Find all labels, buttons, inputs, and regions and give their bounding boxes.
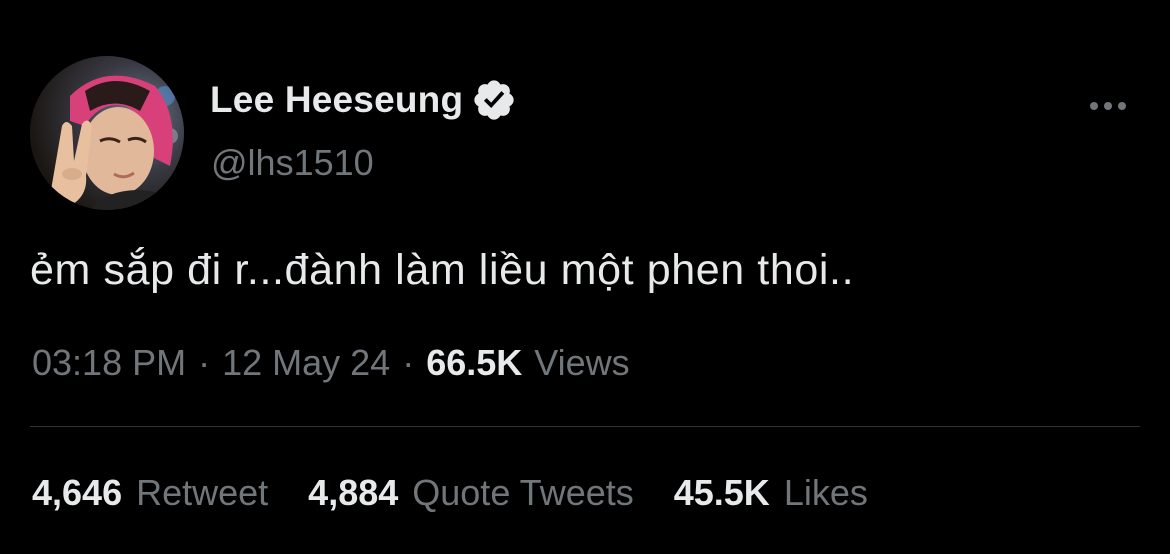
views-count: 66.5K xyxy=(426,342,523,383)
retweets-label: Retweet xyxy=(136,472,269,513)
retweets-stat[interactable]: 4,646 Retweet xyxy=(32,472,268,514)
tweet-meta: 03:18 PM · 12 May 24 · 66.5K Views xyxy=(32,342,630,384)
engagement-stats: 4,646 Retweet 4,884 Quote Tweets 45.5K L… xyxy=(32,472,868,514)
display-name[interactable]: Lee Heeseung xyxy=(210,79,463,121)
meta-separator: · xyxy=(402,342,415,383)
quote-tweets-stat[interactable]: 4,884 Quote Tweets xyxy=(308,472,634,514)
tweet-card: Lee Heeseung @lhs1510 ẻm sắp đi r...đành… xyxy=(0,0,1170,554)
tweet-time[interactable]: 03:18 PM xyxy=(32,342,186,384)
likes-stat[interactable]: 45.5K Likes xyxy=(674,472,868,514)
more-options-button[interactable] xyxy=(1086,92,1130,120)
likes-count: 45.5K xyxy=(673,472,770,513)
retweets-count: 4,646 xyxy=(32,472,123,513)
divider xyxy=(30,426,1140,427)
tweet-date[interactable]: 12 May 24 xyxy=(222,342,390,384)
quote-tweets-count: 4,884 xyxy=(308,472,399,513)
views-label: Views xyxy=(534,342,630,383)
author-name-row: Lee Heeseung xyxy=(210,78,517,122)
more-options-icon xyxy=(1090,102,1126,110)
avatar[interactable] xyxy=(30,56,184,210)
profile-photo-icon xyxy=(30,56,184,210)
author-handle[interactable]: @lhs1510 xyxy=(211,142,374,184)
quote-tweets-label: Quote Tweets xyxy=(412,472,634,513)
tweet-text: ẻm sắp đi r...đành làm liều một phen tho… xyxy=(30,246,855,294)
verified-badge-icon xyxy=(471,77,517,123)
meta-separator: · xyxy=(198,342,211,383)
likes-label: Likes xyxy=(783,472,868,513)
